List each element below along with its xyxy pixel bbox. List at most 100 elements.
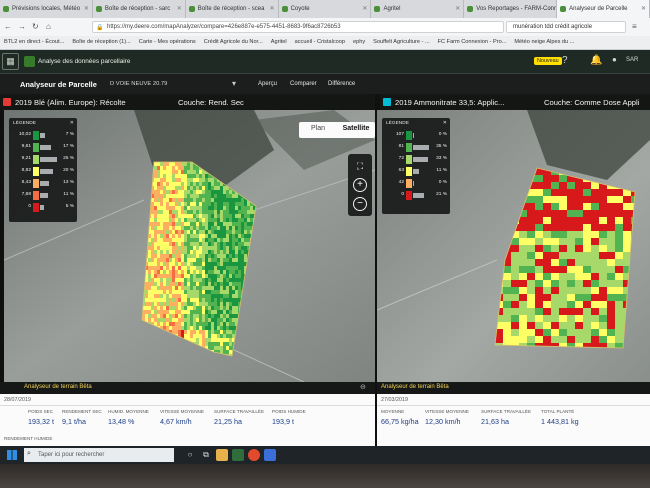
right-layer-header[interactable]: 2019 Ammonitrate 33,5: Applic... Couche:… [380, 94, 650, 110]
stat-value: 9,1 t/ha [62, 417, 86, 426]
left-layer-type[interactable]: Couche: Rend. Sec [178, 98, 244, 107]
bookmark-item[interactable]: Carte - Mes opérations [139, 39, 196, 49]
stat-value: 193,9 t [272, 417, 294, 426]
app-icon-2[interactable] [264, 449, 276, 461]
stat-item: SURFACE TRAVAILLÉE 21,25 ha [214, 409, 264, 426]
stat-value: 21,25 ha [214, 417, 242, 426]
left-collapse-icon[interactable]: ⊖ [360, 383, 366, 391]
right-legend-close-icon[interactable]: ✕ [443, 120, 447, 126]
browser-tab[interactable]: Agritel ✕ [371, 0, 465, 18]
browser-tab-strip: Prévisions locales, Météo ✕ Boîte de récep… [0, 0, 650, 18]
back-icon[interactable]: ← [4, 22, 12, 31]
reload-icon[interactable]: ↻ [32, 22, 39, 31]
new-badge[interactable]: Nouveau [534, 57, 562, 65]
basemap-toggle[interactable]: Plan Satellite [299, 122, 375, 138]
legend-row: 0 5 % [11, 203, 75, 212]
zoom-out-button[interactable]: − [353, 197, 367, 211]
tab-close-icon[interactable]: ✕ [177, 5, 182, 12]
left-legend-close-icon[interactable]: ✕ [70, 120, 74, 126]
tab-close-icon[interactable]: ✕ [84, 5, 89, 12]
field-dropdown-icon[interactable]: ▾ [232, 79, 236, 88]
help-icon[interactable]: ? [562, 55, 568, 66]
app-icon-1[interactable] [232, 449, 244, 461]
left-legend: LÉGENDE ✕ 10,02 7 % 9,61 17 % 9,21 25 % 8,82 20… [9, 118, 77, 222]
cortana-icon[interactable]: ○ [184, 449, 196, 461]
bookmark-item[interactable]: Météo neige Alpes du ... [514, 39, 574, 49]
bookmark-item[interactable]: BTL2 en direct - Écout... [4, 39, 64, 49]
tab-close-icon[interactable]: ✕ [362, 5, 367, 12]
task-view-icon[interactable]: ⧉ [200, 449, 212, 461]
browser-tab[interactable]: Coyote ✕ [279, 0, 372, 18]
legend-value: 8,82 [21, 168, 31, 173]
harvest-layer-swatch [3, 98, 11, 106]
legend-value: 107 [395, 132, 404, 137]
zoom-in-button[interactable]: + [353, 178, 367, 192]
fullscreen-icon[interactable]: ⛶ [353, 160, 367, 174]
user-initials[interactable]: SAR [626, 57, 638, 63]
legend-percent: 20 % [63, 168, 74, 173]
stat-item: TOTAL PLANTÉ 1 443,81 kg [541, 409, 579, 426]
left-layer-name[interactable]: 2019 Blé (Alim. Europe): Récolte [15, 98, 126, 107]
file-explorer-icon[interactable] [216, 449, 228, 461]
left-map[interactable]: LÉGENDE ✕ 10,02 7 % 9,61 17 % 9,21 25 % 8,82 20… [4, 110, 375, 382]
legend-row: 7,68 11 % [11, 191, 75, 200]
legend-color-swatch [33, 155, 39, 164]
stat-value: 21,63 ha [481, 417, 509, 426]
tab-close-icon[interactable]: ✕ [270, 5, 275, 12]
apps-grid-icon[interactable]: ▦ [2, 53, 19, 70]
browser-tab[interactable]: Vos Reportages - FARM-Conne ✕ [464, 0, 558, 18]
bookmark-item[interactable]: ephy [353, 39, 365, 49]
legend-share-bar [40, 181, 49, 186]
bookmark-item[interactable]: Souffelt Agriculture - ... [373, 39, 429, 49]
firefox-icon[interactable] [248, 449, 260, 461]
tab-comparer[interactable]: Comparer [290, 81, 317, 87]
browser-search-input[interactable]: munération tdd crédit agricole [506, 21, 626, 33]
forward-icon[interactable]: → [18, 22, 26, 31]
right-stats-panel: 27/03/2019 MOYENNE 66,75 kg/ha VITESSE MOY… [377, 394, 650, 446]
tab-difference[interactable]: Différence [328, 81, 355, 87]
windows-start-icon[interactable] [7, 450, 17, 460]
tab-favicon-icon [281, 6, 288, 12]
browser-tab[interactable]: Prévisions locales, Météo ✕ [0, 0, 93, 18]
browser-tab[interactable]: Analyseur de Parcelle ✕ [557, 0, 650, 18]
tab-close-icon[interactable]: ✕ [641, 5, 646, 12]
right-map[interactable]: LÉGENDE ✕ 107 0 % 81 35 % 72 33 % 63 11 % 42 0 % 0… [377, 110, 650, 382]
right-analysis-bar: Analyseur de terrain Bêta [377, 382, 650, 394]
right-analysis-link[interactable]: Analyseur de terrain Bêta [381, 384, 449, 390]
home-icon[interactable]: ⌂ [46, 22, 51, 31]
tab-close-icon[interactable]: ✕ [548, 5, 553, 12]
menu-icon[interactable]: ≡ [632, 22, 637, 31]
legend-value: 0 [401, 192, 404, 197]
browser-tab[interactable]: Boîte de réception - sarc ✕ [93, 0, 186, 18]
tab-favicon-icon [467, 6, 474, 12]
tab-close-icon[interactable]: ✕ [455, 5, 460, 12]
stat-item: POIDS SEC 193,32 t [28, 409, 54, 426]
basemap-satellite-button[interactable]: Satellite [337, 122, 375, 138]
url-bar[interactable]: 🔒 https://my.deere.com/mapAnalyzer/compa… [92, 21, 504, 33]
bookmark-item[interactable]: Boîte de réception (1)... [72, 39, 130, 49]
taskbar-search-input[interactable]: ⌕ Taper ici pour rechercher [24, 448, 174, 462]
left-layer-header[interactable]: 2019 Blé (Alim. Europe): Récolte Couche:… [0, 94, 375, 110]
basemap-plan-button[interactable]: Plan [299, 122, 337, 138]
browser-tab[interactable]: Boîte de réception - scea ✕ [186, 0, 279, 18]
left-analysis-link[interactable]: Analyseur de terrain Bêta [24, 384, 92, 390]
stat-label: SURFACE TRAVAILLÉE [481, 409, 532, 414]
right-layer-type[interactable]: Couche: Comme Dose Appli [544, 98, 639, 107]
bookmark-item[interactable]: Crédit Agricole du Nor... [204, 39, 263, 49]
account-icon[interactable]: ● [612, 55, 617, 64]
legend-percent: 7 % [65, 132, 74, 137]
right-layer-name[interactable]: 2019 Ammonitrate 33,5: Applic... [395, 98, 504, 107]
legend-row: 107 0 % [384, 131, 448, 140]
bookmark-item[interactable]: Agritel [271, 39, 287, 49]
stat-label: TOTAL PLANTÉ [541, 409, 575, 414]
bookmark-item[interactable]: accueil - Cristalcoop [295, 39, 345, 49]
legend-row: 8,43 13 % [11, 179, 75, 188]
bookmark-item[interactable]: FC Farm Connexion - Pro... [438, 39, 507, 49]
legend-value: 42 [398, 180, 404, 185]
stat-item: VITESSE MOYENNE 4,67 km/h [160, 409, 204, 426]
tab-apercu[interactable]: Aperçu [258, 81, 277, 87]
notifications-icon[interactable]: 🔔 [590, 55, 602, 66]
analyzer-toolbar: Analyseur de Parcelle D VOIE NEUVE 20.79… [0, 74, 650, 94]
stat-label: VITESSE MOYENNE [160, 409, 204, 414]
left-stats-divider [0, 405, 375, 406]
